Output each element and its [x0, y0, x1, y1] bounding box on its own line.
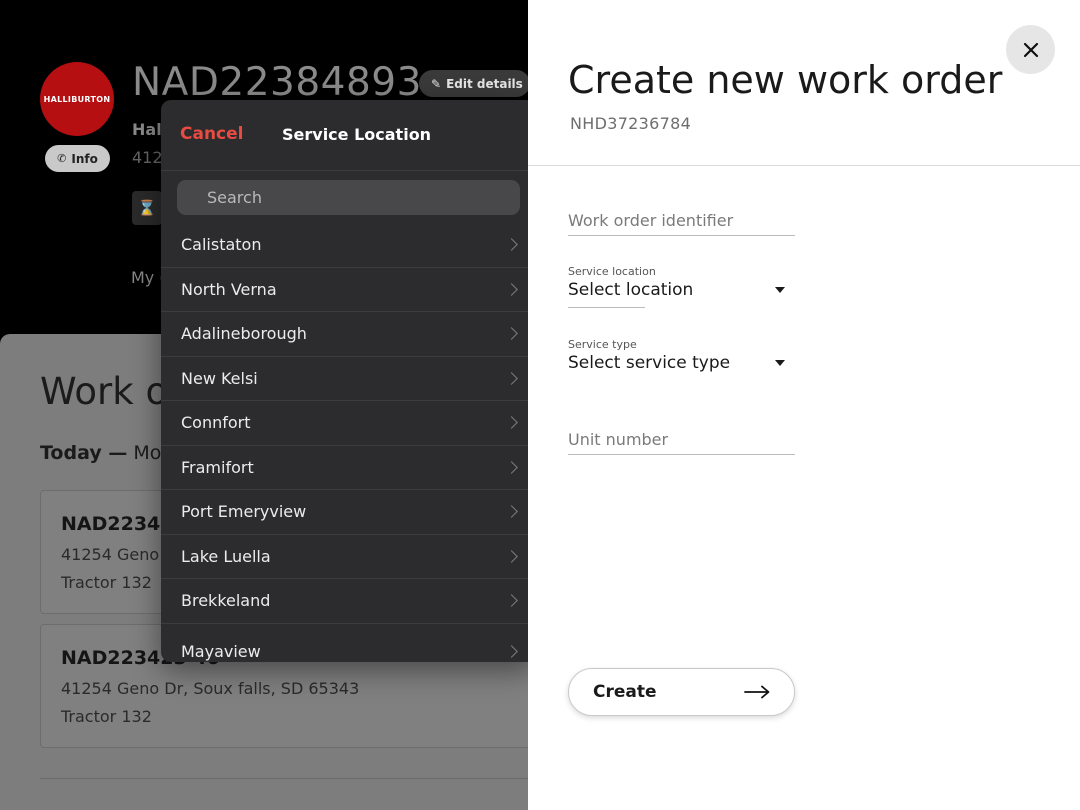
- chevron-right-icon: [505, 238, 518, 252]
- divider: [40, 778, 528, 779]
- location-item[interactable]: Mayaview: [161, 624, 536, 663]
- pencil-icon: ✎: [431, 76, 442, 91]
- create-button[interactable]: Create: [568, 668, 795, 716]
- work-order-identifier-input[interactable]: [568, 206, 795, 236]
- edit-details-button[interactable]: ✎ Edit details: [419, 70, 528, 97]
- service-location-popover: Cancel Service Location Calistaton North…: [161, 100, 536, 662]
- search-bar: [161, 171, 536, 223]
- location-item[interactable]: Lake Luella: [161, 535, 536, 579]
- sheet-title: Work o: [40, 370, 169, 413]
- close-icon: [1023, 42, 1038, 57]
- location-item[interactable]: Adalineborough: [161, 312, 536, 357]
- chevron-right-icon: [505, 460, 518, 474]
- popover-title: Service Location: [282, 125, 432, 144]
- location-item[interactable]: Framifort: [161, 446, 536, 490]
- chevron-right-icon: [505, 282, 518, 296]
- chevron-right-icon: [505, 505, 518, 519]
- location-item[interactable]: Calistaton: [161, 223, 536, 268]
- chevron-right-icon: [505, 594, 518, 608]
- panel-title: Create new work order: [568, 58, 1003, 102]
- customer-name: Hal: [132, 120, 162, 139]
- location-item[interactable]: New Kelsi: [161, 357, 536, 401]
- phone-icon: ✆: [57, 152, 67, 165]
- cancel-button[interactable]: Cancel: [180, 124, 243, 144]
- panel-subtitle: NHD37236784: [570, 114, 692, 133]
- caret-down-icon: [775, 360, 785, 366]
- chevron-right-icon: [505, 549, 518, 563]
- arrow-right-icon: [744, 685, 770, 699]
- location-list: Calistaton North Verna Adalineborough Ne…: [161, 223, 536, 662]
- location-item[interactable]: North Verna: [161, 268, 536, 312]
- chevron-right-icon: [505, 327, 518, 341]
- underline: [568, 307, 645, 308]
- info-button[interactable]: ✆ Info: [45, 145, 110, 172]
- search-input[interactable]: [177, 180, 520, 215]
- create-work-order-panel: Create new work order NHD37236784 Servic…: [528, 0, 1080, 810]
- customer-address: 412: [132, 148, 163, 167]
- service-type-select[interactable]: Service type Select service type: [568, 338, 795, 373]
- location-item[interactable]: Connfort: [161, 401, 536, 446]
- caret-down-icon: [775, 287, 785, 293]
- service-location-value: Select location: [568, 280, 694, 300]
- location-item[interactable]: Port Emeryview: [161, 490, 536, 535]
- location-item[interactable]: Brekkeland: [161, 579, 536, 624]
- divider: [528, 165, 1080, 166]
- close-button[interactable]: [1006, 25, 1055, 74]
- service-location-select[interactable]: Service location Select location: [568, 265, 795, 308]
- work-order-identifier-field: [568, 206, 795, 236]
- service-type-dropdown[interactable]: Select service type: [568, 353, 795, 373]
- service-location-label: Service location: [568, 265, 656, 278]
- unit-number-field: [568, 425, 795, 455]
- service-location-dropdown[interactable]: Select location: [568, 280, 795, 300]
- service-type-label: Service type: [568, 338, 637, 351]
- hourglass-icon: ⌛: [132, 191, 162, 225]
- popover-header: Cancel Service Location: [161, 100, 536, 171]
- service-type-value: Select service type: [568, 353, 731, 373]
- unit-number-input[interactable]: [568, 425, 795, 455]
- today-heading: Today — Mon: [40, 442, 174, 464]
- chevron-right-icon: [505, 644, 518, 658]
- company-logo: HALLIBURTON: [40, 62, 114, 136]
- chevron-right-icon: [505, 371, 518, 385]
- chevron-right-icon: [505, 416, 518, 430]
- order-title: NAD22384893: [132, 60, 422, 105]
